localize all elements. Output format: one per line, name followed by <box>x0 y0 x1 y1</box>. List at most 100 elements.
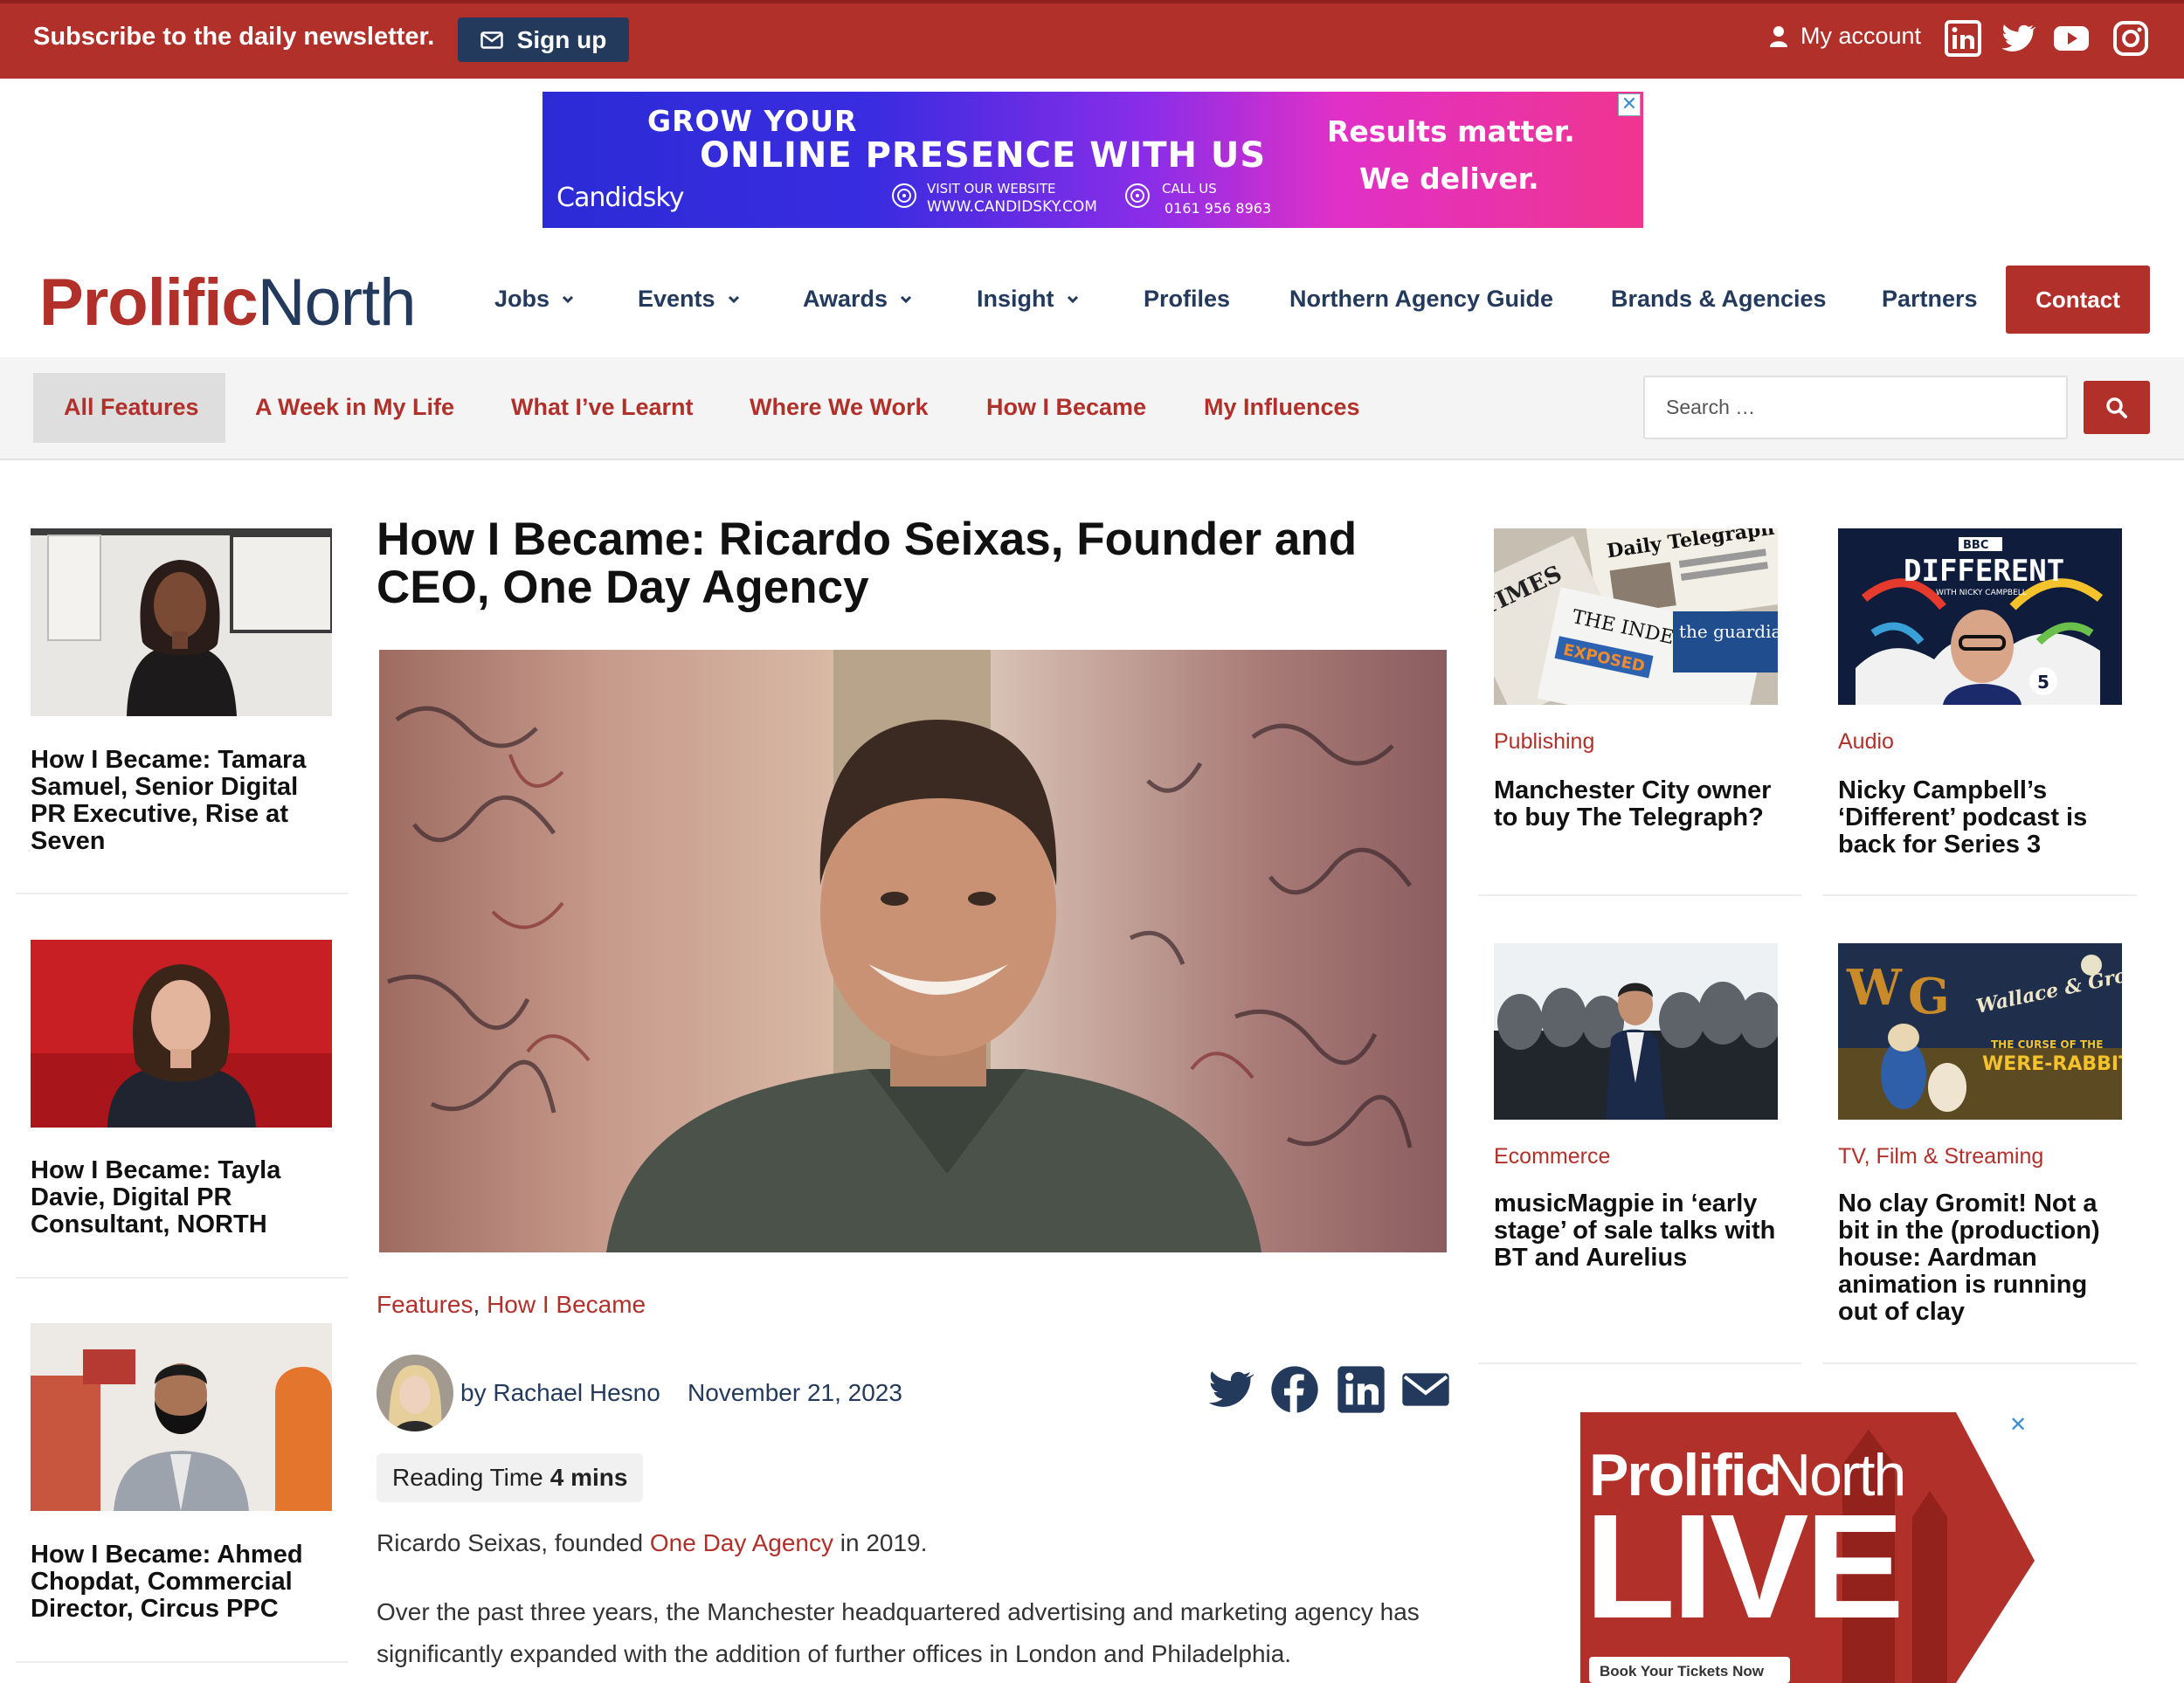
one-day-agency-link[interactable]: One Day Agency <box>650 1529 833 1556</box>
subnav-where-we-work[interactable]: Where We Work <box>750 394 929 421</box>
business-portrait-photo <box>1494 943 1778 1120</box>
subnav-week-in-my-life[interactable]: A Week in My Life <box>255 394 454 421</box>
left-card-image-1[interactable] <box>31 528 332 716</box>
right-card-title-3[interactable]: musicMagpie in ‘early stage’ of sale tal… <box>1494 1190 1787 1272</box>
divider <box>16 893 348 894</box>
article-categories: Features, How I Became <box>377 1291 646 1319</box>
ad-visit-label: VISIT OUR WEBSITE <box>927 181 1056 197</box>
left-card-image-2[interactable] <box>31 940 332 1128</box>
youtube-icon[interactable] <box>2053 20 2090 57</box>
live-ad-close-button[interactable]: ✕ <box>2009 1412 2027 1438</box>
poster-were-rabbit-text: WERE-RABBIT <box>1982 1053 2122 1075</box>
right-card-category-4[interactable]: TV, Film & Streaming <box>1838 1144 2043 1169</box>
twitter-icon[interactable] <box>1999 20 2035 57</box>
ad-call-number: 0161 956 8963 <box>1165 200 1272 217</box>
search-button[interactable] <box>2084 381 2150 434</box>
prolific-north-live-ad[interactable]: Prolific North LIVE Book Your Tickets No… <box>1580 1412 2035 1683</box>
nav-northern-agency-guide[interactable]: Northern Agency Guide <box>1289 286 1553 313</box>
right-card-category-1[interactable]: Publishing <box>1494 729 1594 755</box>
subnav-my-influences[interactable]: My Influences <box>1204 394 1360 421</box>
article-title: How I Became: Ricardo Seixas, Founder an… <box>377 514 1358 613</box>
ad-visit-url: WWW.CANDIDSKY.COM <box>927 198 1097 216</box>
signup-button[interactable]: Sign up <box>458 17 629 62</box>
my-account-link[interactable]: My account <box>1769 23 1921 50</box>
ad-call-label: CALL US <box>1162 181 1217 197</box>
reading-time-badge: Reading Time 4 mins <box>377 1453 644 1502</box>
series-number-text: 5 <box>2037 672 2049 693</box>
share-facebook-icon[interactable] <box>1270 1365 1319 1414</box>
divider <box>16 1661 348 1663</box>
different-title-text: DIFFERENT <box>1904 554 2064 589</box>
portrait-photo <box>31 940 332 1128</box>
logo-prolific: Prolific <box>39 266 259 340</box>
share-twitter-icon[interactable] <box>1205 1365 1254 1414</box>
right-card-category-3[interactable]: Ecommerce <box>1494 1144 1610 1169</box>
left-card-title-3[interactable]: How I Became: Ahmed Chopdat, Commercial … <box>31 1542 332 1623</box>
right-card-title-2[interactable]: Nicky Campbell’s ‘Different’ podcast is … <box>1838 777 2131 859</box>
nav-awards-label: Awards <box>803 286 888 312</box>
category-link-features[interactable]: Features <box>377 1291 473 1318</box>
divider <box>1478 894 1801 896</box>
search-input[interactable] <box>1643 376 2068 439</box>
film-poster-artwork: W G Wallace & Gromit THE CURSE OF THE WE… <box>1838 943 2122 1120</box>
nav-events[interactable]: Events <box>638 286 740 313</box>
chevron-down-icon <box>562 295 574 303</box>
ad-tagline-1: Results matter. <box>1327 114 1575 148</box>
nav-jobs[interactable]: Jobs <box>494 286 574 313</box>
nav-insight-label: Insight <box>977 286 1054 312</box>
nav-awards[interactable]: Awards <box>803 286 912 313</box>
p1-text-end: in 2019. <box>833 1529 928 1556</box>
share-linkedin-icon[interactable] <box>1337 1365 1386 1414</box>
nav-insight[interactable]: Insight <box>977 286 1079 313</box>
poster-w-letter: W <box>1846 959 1903 1017</box>
author-byline[interactable]: by Rachael Hesno <box>460 1379 660 1407</box>
category-link-how-i-became[interactable]: How I Became <box>487 1291 646 1318</box>
search-icon <box>2106 397 2127 418</box>
poster-g-letter: G <box>1908 968 1950 1025</box>
subnav-what-ive-learnt[interactable]: What I’ve Learnt <box>511 394 694 421</box>
ad-brand: Candidsky <box>556 183 684 213</box>
paper-guardian-text: the guardian <box>1679 621 1778 642</box>
right-card-image-2[interactable]: BBC DIFFERENT WITH NICKY CAMPBELL 5 <box>1838 528 2122 705</box>
right-card-image-1[interactable]: Daily Telegraph TIMES THE INDEPENDENT EX… <box>1494 528 1778 705</box>
share-email-icon[interactable] <box>1401 1365 1450 1414</box>
podcast-artwork: BBC DIFFERENT WITH NICKY CAMPBELL 5 <box>1838 528 2122 705</box>
nav-brands-agencies[interactable]: Brands & Agencies <box>1611 286 1827 313</box>
divider <box>1822 894 2137 896</box>
nav-profiles[interactable]: Profiles <box>1144 286 1230 313</box>
ad-line-1: GROW YOUR <box>647 104 858 138</box>
right-card-image-3[interactable] <box>1494 943 1778 1120</box>
author-avatar[interactable] <box>377 1355 453 1431</box>
site-logo[interactable]: ProlificNorth <box>39 265 417 341</box>
subnav-all-features[interactable]: All Features <box>64 394 199 421</box>
logo-north: North <box>257 266 417 340</box>
signup-label: Sign up <box>516 25 607 53</box>
category-separator: , <box>473 1291 480 1318</box>
bbc-logo-text: BBC <box>1963 539 1988 552</box>
right-card-category-2[interactable]: Audio <box>1838 729 1894 755</box>
left-card-title-1[interactable]: How I Became: Tamara Samuel, Senior Digi… <box>31 747 332 855</box>
linkedin-icon[interactable] <box>1945 20 1981 57</box>
poster-curse-text: THE CURSE OF THE <box>1991 1038 2103 1051</box>
subnav-how-i-became[interactable]: How I Became <box>986 394 1146 421</box>
nav-partners[interactable]: Partners <box>1882 286 1978 313</box>
right-card-title-4[interactable]: No clay Gromit! Not a bit in the (produc… <box>1838 1190 2131 1326</box>
p1-text-start: Ricardo Seixas, founded <box>377 1529 650 1556</box>
instagram-icon[interactable] <box>2112 20 2149 57</box>
author-photo <box>377 1355 453 1431</box>
advertisement-banner[interactable]: GROW YOUR ONLINE PRESENCE WITH US Candid… <box>543 92 1643 228</box>
contact-button[interactable]: Contact <box>2006 266 2150 334</box>
nav-events-label: Events <box>638 286 715 312</box>
portrait-photo <box>31 528 332 716</box>
left-card-title-2[interactable]: How I Became: Tayla Davie, Digital PR Co… <box>31 1157 332 1238</box>
ad-phone-icon <box>1125 183 1150 208</box>
ad-close-button[interactable]: ✕ <box>1618 93 1641 116</box>
ad-line-2: ONLINE PRESENCE WITH US <box>700 135 1267 176</box>
nav-jobs-label: Jobs <box>494 286 550 312</box>
right-card-title-1[interactable]: Manchester City owner to buy The Telegra… <box>1494 777 1787 831</box>
divider <box>1478 1362 1801 1364</box>
right-card-image-4[interactable]: W G Wallace & Gromit THE CURSE OF THE WE… <box>1838 943 2122 1120</box>
left-card-image-3[interactable] <box>31 1323 332 1511</box>
reading-time-value: 4 mins <box>549 1464 628 1491</box>
live-ad-cta: Book Your Tickets Now <box>1600 1663 1765 1680</box>
